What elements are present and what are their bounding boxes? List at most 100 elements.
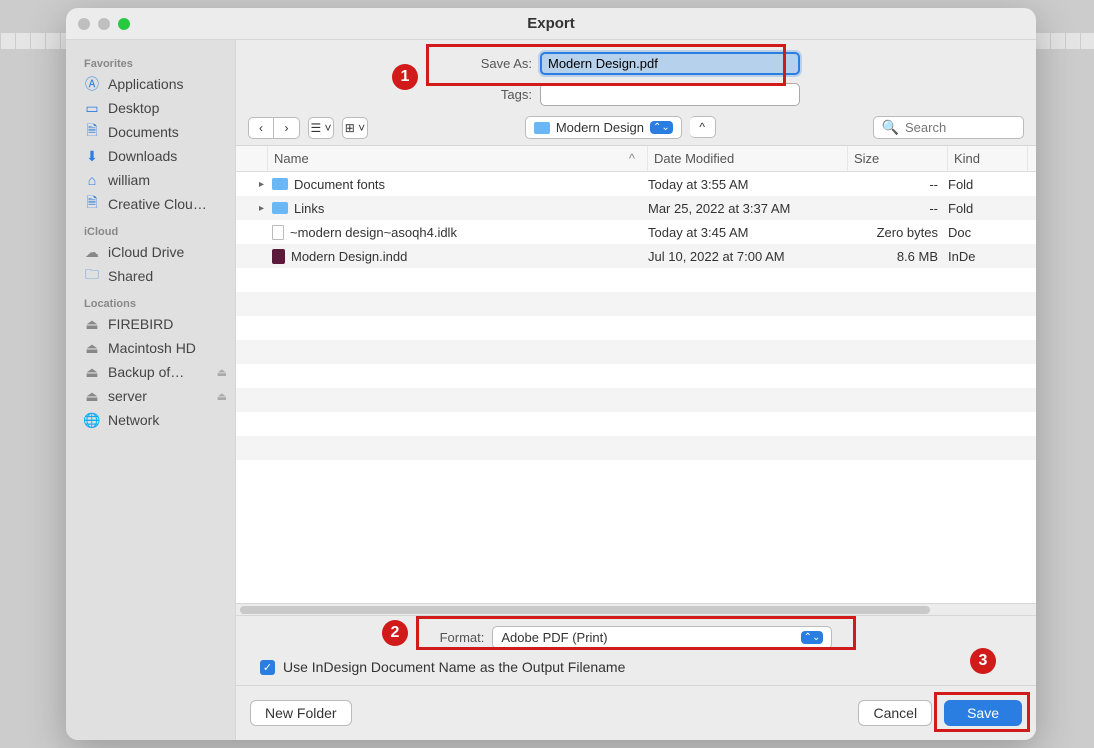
search-field[interactable]: 🔍	[873, 116, 1024, 139]
empty-row	[236, 412, 1036, 436]
home-icon: ⌂	[84, 172, 100, 188]
collapse-button[interactable]: ^	[690, 116, 716, 138]
file-browser: Name^ Date Modified Size Kind ▸ Document …	[236, 145, 1036, 616]
sidebar: Favorites ⒶApplications ▭Desktop 🗎Docume…	[66, 40, 236, 740]
sidebar-item-icloud-drive[interactable]: ☁ iCloud Drive	[74, 240, 235, 264]
file-kind: Doc	[948, 225, 1028, 240]
file-kind: Fold	[948, 177, 1028, 192]
sidebar-item-server[interactable]: ⏏server⏏	[74, 384, 235, 408]
view-grid-button[interactable]: ⊞ ˅	[342, 117, 368, 139]
new-folder-button[interactable]: New Folder	[250, 700, 352, 726]
tags-label: Tags:	[472, 87, 532, 102]
save-button[interactable]: Save	[944, 700, 1022, 726]
folder-icon	[272, 202, 288, 214]
folder-icon	[272, 178, 288, 190]
save-as-input[interactable]	[540, 52, 800, 75]
file-row[interactable]: ▸ Links Mar 25, 2022 at 3:37 AM--Fold	[236, 196, 1036, 220]
sidebar-item-label: Backup of…	[108, 364, 184, 380]
forward-button[interactable]: ›	[274, 117, 300, 139]
sidebar-item-macintosh-hd[interactable]: ⏏Macintosh HD	[74, 336, 235, 360]
horizontal-scrollbar[interactable]	[236, 603, 1036, 615]
close-window-icon[interactable]	[78, 18, 90, 30]
sidebar-item-desktop[interactable]: ▭ Desktop	[74, 96, 235, 120]
disclosure-triangle-icon[interactable]: ▸	[259, 203, 264, 214]
format-dropdown[interactable]: Adobe PDF (Print) ⌃⌄	[492, 626, 832, 649]
sidebar-item-label: iCloud Drive	[108, 244, 184, 260]
nav-buttons: ‹ ›	[248, 117, 300, 139]
file-date: Today at 3:55 AM	[648, 177, 848, 192]
window-title: Export	[66, 15, 1036, 32]
file-kind: Fold	[948, 201, 1028, 216]
format-label: Format:	[440, 630, 485, 645]
drive-icon: ⏏	[84, 364, 100, 380]
drive-icon: ⏏	[84, 388, 100, 404]
file-size: --	[848, 177, 948, 192]
content-area: Save As: Tags: 1 ‹ › ☰ ˅ ⊞ ˅	[236, 40, 1036, 740]
location-dropdown[interactable]: Modern Design ⌃⌄	[525, 116, 682, 139]
search-icon: 🔍	[882, 119, 899, 136]
file-size: Zero bytes	[848, 225, 948, 240]
file-name: Document fonts	[294, 177, 385, 192]
save-as-label: Save As:	[472, 56, 532, 71]
minimize-window-icon[interactable]	[98, 18, 110, 30]
chevron-updown-icon: ⌃⌄	[801, 631, 824, 644]
column-size[interactable]: Size	[848, 146, 948, 171]
sidebar-item-network[interactable]: 🌐Network	[74, 408, 235, 432]
tags-input[interactable]	[540, 83, 800, 106]
file-date: Mar 25, 2022 at 3:37 AM	[648, 201, 848, 216]
drive-icon: ⏏	[84, 340, 100, 356]
drive-icon: ⏏	[84, 316, 100, 332]
empty-row	[236, 340, 1036, 364]
callout-1-badge: 1	[392, 64, 418, 90]
cloud-icon: ☁	[84, 244, 100, 260]
sidebar-item-documents[interactable]: 🗎 Documents	[74, 120, 235, 144]
sidebar-item-label: Creative Clou…	[108, 196, 207, 212]
disclosure-triangle-icon[interactable]: ▸	[259, 179, 264, 190]
sidebar-item-label: Documents	[108, 124, 179, 140]
column-date-modified[interactable]: Date Modified	[648, 146, 848, 171]
sidebar-item-home[interactable]: ⌂ william	[74, 168, 235, 192]
file-date: Today at 3:45 AM	[648, 225, 848, 240]
title-bar: Export	[66, 8, 1036, 40]
cancel-button[interactable]: Cancel	[858, 700, 932, 726]
file-name: Links	[294, 201, 324, 216]
sidebar-item-label: Applications	[108, 76, 184, 92]
zoom-window-icon[interactable]	[118, 18, 130, 30]
sidebar-item-shared[interactable]: 🗀Shared	[74, 264, 235, 288]
toolbar: ‹ › ☰ ˅ ⊞ ˅ Modern Design ⌃⌄ ^ 🔍	[236, 110, 1036, 145]
sidebar-item-applications[interactable]: Ⓐ Applications	[74, 72, 235, 96]
column-kind[interactable]: Kind	[948, 146, 1028, 171]
apps-icon: Ⓐ	[84, 76, 100, 92]
filename-checkbox[interactable]: ✓	[260, 660, 275, 675]
view-list-button[interactable]: ☰ ˅	[308, 117, 334, 139]
back-button[interactable]: ‹	[248, 117, 274, 139]
sidebar-item-creative-cloud[interactable]: 🗎Creative Clou…	[74, 192, 235, 216]
sidebar-item-backup[interactable]: ⏏ Backup of… ⏏	[74, 360, 235, 384]
sidebar-item-label: Shared	[108, 268, 153, 284]
sidebar-heading-icloud: iCloud	[74, 216, 235, 240]
empty-row	[236, 388, 1036, 412]
file-kind: InDe	[948, 249, 1028, 264]
indesign-file-icon	[272, 249, 285, 264]
file-row[interactable]: ▸ Document fonts Today at 3:55 AM--Fold	[236, 172, 1036, 196]
sidebar-item-label: Desktop	[108, 100, 159, 116]
empty-row	[236, 292, 1036, 316]
file-row[interactable]: ~modern design~asoqh4.idlkToday at 3:45 …	[236, 220, 1036, 244]
format-value: Adobe PDF (Print)	[501, 630, 607, 645]
column-name[interactable]: Name^	[268, 146, 648, 171]
sidebar-item-downloads[interactable]: ⬇Downloads	[74, 144, 235, 168]
scrollbar-thumb[interactable]	[240, 606, 930, 614]
sidebar-item-firebird[interactable]: ⏏FIREBIRD	[74, 312, 235, 336]
desktop-icon: ▭	[84, 100, 100, 116]
file-row[interactable]: Modern Design.inddJul 10, 2022 at 7:00 A…	[236, 244, 1036, 268]
document-file-icon	[272, 225, 284, 240]
search-input[interactable]	[905, 120, 1015, 135]
filename-checkbox-label: Use InDesign Document Name as the Output…	[283, 659, 625, 675]
folder-icon	[534, 122, 550, 134]
network-icon: 🌐	[84, 412, 100, 428]
file-size: --	[848, 201, 948, 216]
sidebar-item-label: william	[108, 172, 150, 188]
documents-icon: 🗎	[84, 124, 100, 140]
eject-icon[interactable]: ⏏	[217, 390, 227, 403]
eject-icon[interactable]: ⏏	[217, 366, 227, 379]
